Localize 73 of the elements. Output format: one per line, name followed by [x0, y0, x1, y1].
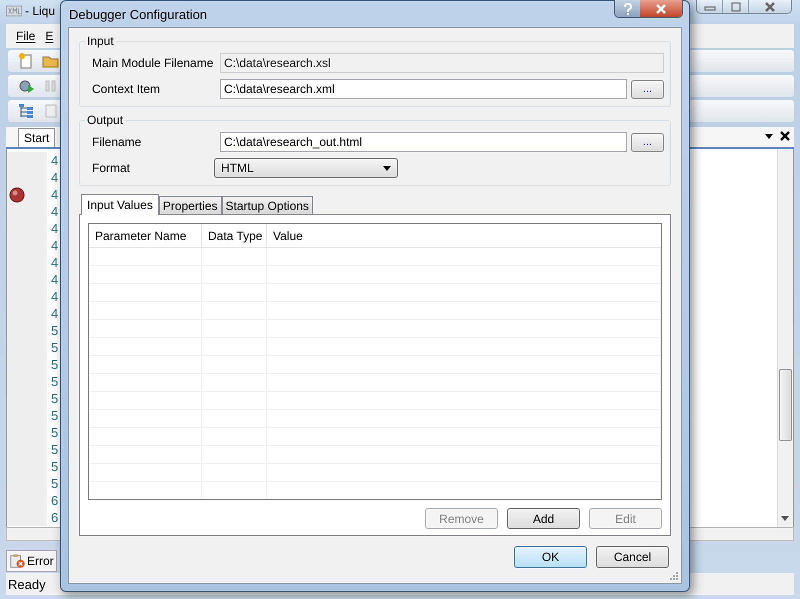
scrollbar-thumb[interactable]: [779, 369, 792, 441]
line-number: 5: [50, 374, 58, 389]
table-action-button[interactable]: Add: [507, 508, 580, 529]
input-field[interactable]: C:\data\research.xml: [220, 79, 627, 99]
pause-icon[interactable]: [44, 78, 58, 94]
error-list-tab[interactable]: Error: [6, 550, 57, 572]
maximize-icon: [730, 2, 742, 12]
tab[interactable]: Properties: [158, 196, 222, 214]
resize-grip-icon: [670, 572, 679, 581]
line-number: 5: [50, 408, 58, 423]
tab[interactable]: Startup Options: [222, 196, 313, 214]
group-title: Output: [86, 113, 124, 127]
vertical-scrollbar[interactable]: [777, 149, 793, 527]
line-number: 6: [50, 493, 58, 508]
column-header[interactable]: Parameter Name: [89, 224, 202, 247]
field-label: Context Item: [91, 82, 162, 96]
field-label: Main Module Filename: [91, 56, 214, 70]
line-number: 4: [50, 289, 58, 304]
field-label: Filename: [91, 135, 142, 149]
line-number: 5: [50, 442, 58, 457]
new-file-icon[interactable]: [18, 53, 34, 69]
close-icon: [763, 2, 777, 12]
clipboard-error-icon: [9, 553, 25, 569]
close-button[interactable]: [640, 0, 682, 17]
dialog-button[interactable]: OK: [514, 546, 587, 568]
line-number: 5: [50, 425, 58, 440]
close-icon[interactable]: [780, 131, 790, 141]
line-number: 4: [50, 187, 58, 202]
menu-item[interactable]: E: [45, 29, 54, 43]
dialog-button[interactable]: Cancel: [596, 546, 669, 568]
help-icon: [622, 2, 632, 14]
line-number: 5: [50, 323, 58, 338]
tree-icon[interactable]: [18, 103, 36, 119]
dropdown-arrow-icon[interactable]: [764, 132, 774, 140]
status-text: Ready: [8, 576, 46, 592]
group-title: Input: [86, 34, 115, 48]
dropdown-arrow-icon: [383, 166, 391, 170]
column-header[interactable]: Data Type: [202, 224, 267, 247]
line-number: 4: [50, 221, 58, 236]
tab[interactable]: Input Values: [81, 194, 159, 215]
line-number: 5: [50, 357, 58, 372]
app-logo-icon: [6, 5, 22, 17]
help-button[interactable]: [615, 0, 640, 17]
line-number: 4: [50, 170, 58, 185]
close-icon: [654, 4, 668, 14]
app-title: - Liqu: [25, 4, 56, 18]
line-number: 5: [50, 476, 58, 491]
browse-button[interactable]: ...: [631, 80, 664, 98]
dialog-title: Debugger Configuration: [68, 6, 208, 22]
maximize-button[interactable]: [723, 0, 749, 13]
menu-item[interactable]: File: [16, 29, 36, 43]
minimize-button[interactable]: [697, 0, 723, 13]
editor-tab[interactable]: Start: [18, 128, 56, 147]
line-number: 4: [50, 272, 58, 287]
line-number: 5: [50, 391, 58, 406]
line-number: 4: [50, 153, 58, 168]
line-number: 4: [50, 255, 58, 270]
field-label: Format: [91, 161, 132, 175]
line-number: 4: [50, 238, 58, 253]
breakpoint-icon[interactable]: [9, 186, 25, 202]
input-field[interactable]: C:\data\research_out.html: [220, 132, 627, 152]
scroll-down-arrow-icon[interactable]: [781, 516, 789, 522]
line-number: 4: [50, 306, 58, 321]
line-number: 5: [50, 459, 58, 474]
document-icon[interactable]: [44, 103, 58, 119]
format-dropdown[interactable]: HTML: [214, 158, 398, 178]
line-number: 4: [50, 204, 58, 219]
close-button[interactable]: [749, 0, 791, 13]
line-number: 6: [50, 510, 58, 525]
input-field[interactable]: C:\data\research.xsl: [220, 53, 664, 73]
browse-button[interactable]: ...: [631, 132, 664, 152]
column-header[interactable]: Value: [267, 224, 661, 247]
line-number: 5: [50, 340, 58, 355]
